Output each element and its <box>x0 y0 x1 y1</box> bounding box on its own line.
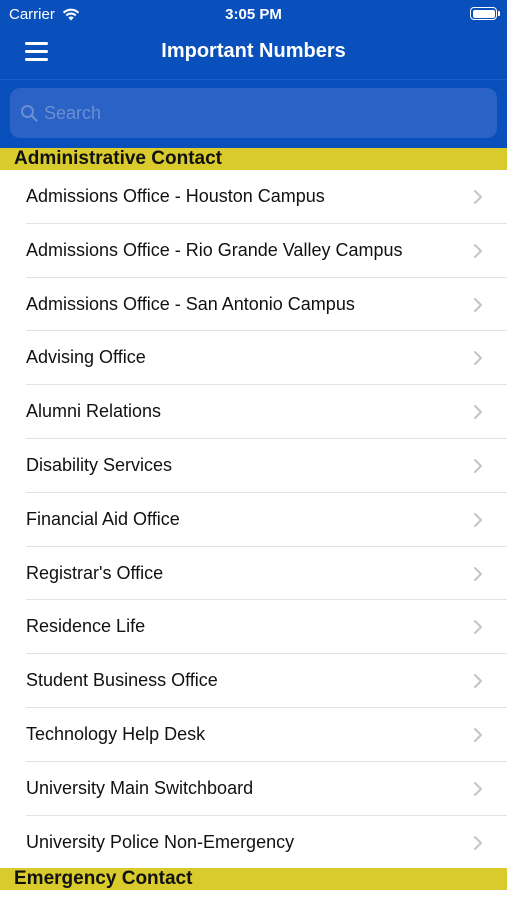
chevron-right-icon <box>474 405 482 420</box>
list-item-label: Admissions Office - Rio Grande Valley Ca… <box>26 239 403 260</box>
list-item-label: Admissions Office - Houston Campus <box>26 186 325 206</box>
search-icon <box>21 105 38 122</box>
list-item-label: Disability Services <box>26 454 173 475</box>
chevron-right-icon <box>474 243 482 258</box>
chevron-right-icon <box>474 566 482 581</box>
section-header-emergency: Emergency Contact <box>0 868 507 890</box>
list-item[interactable]: Admissions Office - Rio Grande Valley Ca… <box>0 223 507 278</box>
list-item[interactable]: Student Business Office <box>0 654 507 708</box>
list-item-label: Alumni Relations <box>26 401 162 422</box>
top-bar: Carrier 3:05 PM Important Numbers <box>0 0 507 148</box>
list-item[interactable]: Financial Aid Office <box>0 492 507 547</box>
list-item-label: Financial Aid Office <box>26 508 180 529</box>
search-input[interactable] <box>44 88 484 138</box>
chevron-right-icon <box>474 727 482 742</box>
list-item-label: University Police Non-Emergency <box>26 831 295 852</box>
battery-icon <box>470 7 500 20</box>
list-item[interactable]: Residence Life <box>0 600 507 655</box>
list-item[interactable]: Registrar's Office <box>0 546 507 601</box>
list-item[interactable]: Admissions Office - San Antonio Campus <box>0 277 507 332</box>
list-item-label: Student Business Office <box>26 670 218 691</box>
section-header-administrative: Administrative Contact <box>0 148 507 170</box>
list-item-label: Advising Office <box>26 347 146 368</box>
list-item-label: Residence Life <box>26 616 146 637</box>
list-item[interactable]: Disability Services <box>0 438 507 493</box>
chevron-right-icon <box>474 835 482 850</box>
chevron-right-icon <box>474 781 482 796</box>
list-item[interactable]: Alumni Relations <box>0 385 507 439</box>
chevron-right-icon <box>474 297 482 312</box>
chevron-right-icon <box>474 620 482 635</box>
list-item[interactable]: Technology Help Desk <box>0 707 507 762</box>
chevron-right-icon <box>474 190 482 204</box>
list-item-label: University Main Switchboard <box>26 777 254 798</box>
list-item-label: Technology Help Desk <box>26 723 206 744</box>
chevron-right-icon <box>474 351 482 366</box>
search-bar[interactable] <box>10 88 497 138</box>
page-title: Important Numbers <box>161 40 346 62</box>
chevron-right-icon <box>474 512 482 527</box>
list-item-label: Admissions Office - San Antonio Campus <box>26 293 355 314</box>
chevron-right-icon <box>474 674 482 689</box>
list-item-label: Registrar's Office <box>26 562 164 583</box>
navigation-bar: Important Numbers <box>0 28 507 78</box>
clock: 3:05 PM <box>225 6 282 23</box>
chevron-right-icon <box>474 458 482 473</box>
list-item[interactable]: Admissions Office - Houston Campus <box>0 170 507 224</box>
list-item[interactable]: University Police Non-Emergency <box>0 815 507 870</box>
list-item[interactable]: Advising Office <box>0 331 507 386</box>
contact-list: Admissions Office - Houston Campus Admiss… <box>0 170 507 870</box>
nav-divider <box>0 79 507 80</box>
status-bar: Carrier 3:05 PM <box>0 0 507 28</box>
list-item[interactable]: University Main Switchboard <box>0 761 507 816</box>
